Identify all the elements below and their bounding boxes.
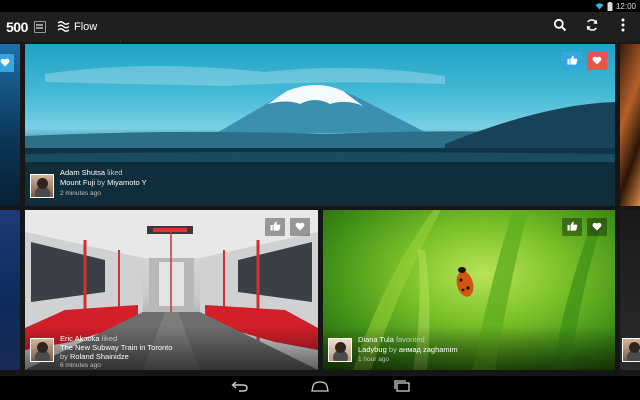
overflow-menu-button[interactable] [614, 18, 632, 37]
recents-icon [393, 379, 411, 397]
thumbs-up-icon [567, 218, 578, 236]
home-button[interactable] [308, 380, 332, 396]
search-button[interactable] [551, 18, 569, 37]
peek-favorite-button[interactable] [0, 54, 14, 72]
view-selector-label[interactable]: Flow [74, 20, 97, 34]
user-avatar[interactable] [30, 174, 54, 198]
thumbs-up-icon [270, 218, 281, 236]
heart-icon [592, 218, 602, 236]
status-time: 12:00 [615, 1, 636, 11]
photographer-name[interactable]: Miyamoto Y [107, 178, 146, 187]
back-button[interactable] [228, 380, 252, 396]
photo-card-subway[interactable]: Eric Akaoka liked The New Subway Train i… [25, 210, 318, 370]
status-bar: 12:00 [0, 0, 640, 12]
system-nav-bar [0, 376, 640, 400]
action-bar: 500 Flow [0, 12, 640, 46]
activity-line: Eric Akaoka liked [60, 334, 117, 343]
photo-credit-line: Ladybug by анмад zaghamim [358, 345, 458, 354]
next-card-peek[interactable] [620, 44, 640, 206]
activity-action: liked [107, 168, 123, 177]
photo-card-ladybug[interactable]: Diana Tula favorited Ladybug by анмад za… [323, 210, 615, 370]
attribution-bar: Diana Tula favorited Ladybug by анмад za… [323, 326, 615, 370]
activity-user[interactable]: Adam Shutsa [60, 168, 105, 177]
heart-icon [0, 54, 10, 72]
photo-title[interactable]: The New Subway Train in Toronto [60, 343, 172, 352]
photographer-name[interactable]: Roland Shainidze [70, 352, 129, 361]
attribution-bar: Adam Shutsa liked Mount Fuji by Miyamoto… [25, 162, 615, 206]
user-avatar[interactable] [622, 338, 640, 362]
heart-icon [592, 52, 602, 70]
like-button[interactable] [562, 52, 582, 70]
flow-icon[interactable] [57, 20, 70, 38]
activity-line: Diana Tula favorited [358, 335, 425, 344]
recents-button[interactable] [390, 380, 414, 396]
photo-title[interactable]: Mount Fuji [60, 178, 95, 187]
refresh-button[interactable] [583, 18, 601, 37]
favorite-button[interactable] [290, 218, 310, 236]
photo-credit-line: Mount Fuji by Miyamoto Y [60, 178, 147, 187]
activity-time: 6 minutes ago [60, 362, 101, 369]
activity-user[interactable]: Diana Tula [358, 335, 394, 344]
menu-tiles-icon[interactable] [34, 21, 46, 33]
search-icon [553, 18, 567, 37]
previous-card-peek-lower[interactable] [0, 210, 20, 370]
photo-credit-line: by Roland Shainidze [60, 352, 129, 361]
by-word: by [388, 345, 397, 354]
thumbs-up-icon [567, 52, 578, 70]
photo-feed[interactable]: Adam Shutsa liked Mount Fuji by Miyamoto… [0, 42, 640, 376]
activity-action: favorited [395, 335, 425, 344]
previous-card-peek[interactable] [0, 44, 20, 206]
attribution-bar: Eric Akaoka liked The New Subway Train i… [25, 326, 318, 370]
home-icon [310, 379, 330, 397]
activity-user[interactable]: Eric Akaoka [60, 334, 100, 343]
favorite-button[interactable] [587, 52, 607, 70]
photo-card-fuji[interactable]: Adam Shutsa liked Mount Fuji by Miyamoto… [25, 44, 615, 206]
activity-time: 2 minutes ago [60, 190, 101, 197]
user-avatar[interactable] [30, 338, 54, 362]
app-logo[interactable]: 500 [6, 19, 28, 35]
wifi-icon [595, 2, 604, 10]
like-button[interactable] [265, 218, 285, 236]
next-card-peek-lower[interactable] [620, 210, 640, 370]
overflow-menu-icon [621, 18, 625, 37]
refresh-icon [585, 18, 599, 37]
status-icons: 12:00 [595, 0, 636, 12]
favorite-button[interactable] [587, 218, 607, 236]
photo-title[interactable]: Ladybug [358, 345, 387, 354]
like-button[interactable] [562, 218, 582, 236]
activity-line: Adam Shutsa liked [60, 168, 123, 177]
activity-action: liked [101, 334, 118, 343]
photographer-name[interactable]: анмад zaghamim [399, 345, 458, 354]
by-word: by [60, 352, 68, 361]
user-avatar[interactable] [328, 338, 352, 362]
by-word: by [97, 178, 106, 187]
heart-icon [295, 218, 305, 236]
activity-time: 1 hour ago [358, 356, 390, 363]
battery-icon [607, 1, 613, 11]
back-icon [231, 379, 249, 397]
